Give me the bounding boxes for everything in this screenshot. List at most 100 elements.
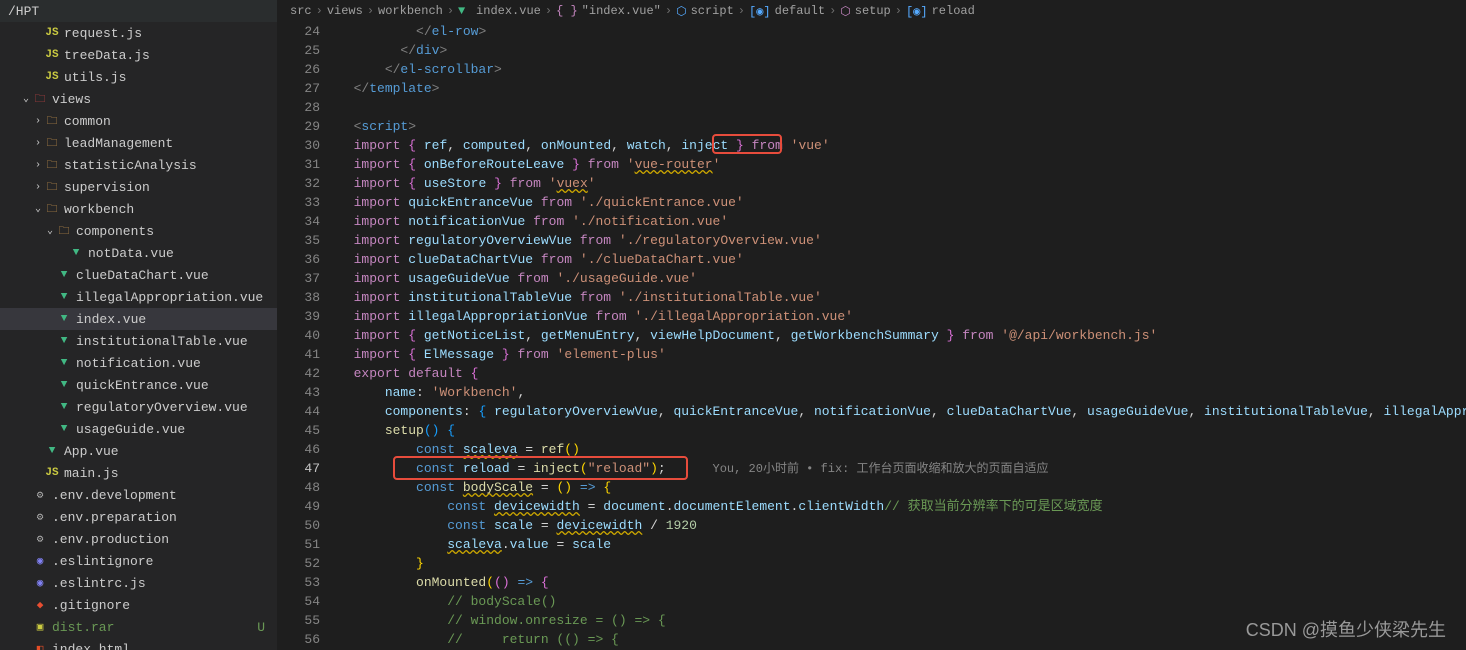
git-status: U [257, 620, 265, 635]
tree-item[interactable]: JS treeData.js [0, 44, 277, 66]
tree-item-label: common [64, 114, 111, 129]
tree-item[interactable]: ▼ quickEntrance.vue [0, 374, 277, 396]
tree-item[interactable]: ▼ clueDataChart.vue [0, 264, 277, 286]
breadcrumb-part[interactable]: views [327, 4, 363, 18]
tree-item[interactable]: ⚙.env.development [0, 484, 277, 506]
chevron-down-icon[interactable]: ⌄ [32, 203, 44, 215]
tree-item-label: .env.preparation [52, 510, 177, 525]
tree-item[interactable]: ⚙.env.production [0, 528, 277, 550]
tree-item[interactable]: ▼ usageGuide.vue [0, 418, 277, 440]
tree-item[interactable]: ▼ institutionalTable.vue [0, 330, 277, 352]
tree-item[interactable]: ◉.eslintrc.js [0, 572, 277, 594]
vue-icon: ▼ [56, 333, 72, 349]
cube-icon: ⬡ [676, 4, 686, 19]
vue-icon: ▼ [56, 399, 72, 415]
cube-icon: ⬡ [840, 4, 850, 19]
project-root-label: /HPT [8, 4, 39, 19]
vue-icon: ▼ [56, 355, 72, 371]
breadcrumb[interactable]: src › views › workbench › ▼ index.vue › … [278, 0, 1466, 22]
breadcrumb-part[interactable]: default [775, 4, 825, 18]
tree-item[interactable]: ›🗀supervision [0, 176, 277, 198]
tree-item-label: leadManagement [64, 136, 173, 151]
env-icon: ⚙ [32, 487, 48, 503]
tree-item-label: index.vue [76, 312, 146, 327]
tree-item[interactable]: ▼notification.vue [0, 352, 277, 374]
chevron-right-icon[interactable]: › [32, 138, 44, 149]
chevron-right-icon[interactable]: › [32, 160, 44, 171]
tree-item-label: treeData.js [64, 48, 150, 63]
tree-item[interactable]: ▼ illegalAppropriation.vue [0, 286, 277, 308]
tree-item[interactable]: JSmain.js [0, 462, 277, 484]
tree-item[interactable]: ›🗀 leadManagement [0, 132, 277, 154]
project-root[interactable]: /HPT [0, 0, 277, 22]
breadcrumb-part[interactable]: reload [932, 4, 975, 18]
tree-item-label: quickEntrance.vue [76, 378, 209, 393]
breadcrumb-part[interactable]: workbench [378, 4, 443, 18]
tree-item[interactable]: ◧index.html [0, 638, 277, 650]
tree-item[interactable]: ⌄🗀 views [0, 88, 277, 110]
breadcrumb-part[interactable]: "index.vue" [582, 4, 661, 18]
eslint-icon: ◉ [32, 553, 48, 569]
chevron-down-icon[interactable]: ⌄ [44, 225, 56, 237]
tree-item[interactable]: ▼ index.vue [0, 308, 277, 330]
editor-area: src › views › workbench › ▼ index.vue › … [278, 0, 1466, 650]
folder-icon: 🗀 [44, 113, 60, 129]
file-explorer[interactable]: /HPT JS request.js JS treeData.js JS utils.js… [0, 0, 278, 650]
tree-item[interactable]: JS request.js [0, 22, 277, 44]
env-icon: ⚙ [32, 509, 48, 525]
breadcrumb-part[interactable]: setup [855, 4, 891, 18]
tree-item[interactable]: ⌄🗀workbench [0, 198, 277, 220]
tree-item-label: dist.rar [52, 620, 114, 635]
tree-item-label: index.html [52, 642, 130, 650]
folder-icon: 🗀 [32, 91, 48, 107]
tree-item-label: clueDataChart.vue [76, 268, 209, 283]
tree-item[interactable]: ▼App.vue [0, 440, 277, 462]
chevron-right-icon[interactable]: › [32, 182, 44, 193]
comment: // return (() => { [447, 632, 619, 647]
chevron-down-icon[interactable]: ⌄ [20, 93, 32, 105]
chevron-right-icon[interactable]: › [32, 116, 44, 127]
tree-item[interactable]: ▣dist.rarU [0, 616, 277, 638]
tree-item[interactable]: ▼regulatoryOverview.vue [0, 396, 277, 418]
tree-item-label: supervision [64, 180, 150, 195]
code-content[interactable]: </el-row> </div> </el-scrollbar> </templ… [338, 22, 1466, 650]
js-icon: JS [44, 69, 60, 85]
tree-item-label: usageGuide.vue [76, 422, 185, 437]
tree-item-label: notData.vue [88, 246, 174, 261]
breadcrumb-part[interactable]: script [691, 4, 734, 18]
vue-icon: ▼ [68, 245, 84, 261]
tree-item[interactable]: ⚙ .env.preparation [0, 506, 277, 528]
vue-icon: ▼ [56, 311, 72, 327]
comment: // bodyScale() [447, 594, 556, 609]
tree-item[interactable]: ▼ notData.vue [0, 242, 277, 264]
code-area[interactable]: 2425262728293031323334353637383940414243… [278, 22, 1466, 650]
vue-icon: ▼ [56, 289, 72, 305]
symbol-icon: [◉] [906, 4, 928, 19]
js-icon: JS [44, 47, 60, 63]
line-gutter: 2425262728293031323334353637383940414243… [278, 22, 338, 650]
breadcrumb-part[interactable]: index.vue [476, 4, 541, 18]
tree-item[interactable]: ›🗀 common [0, 110, 277, 132]
breadcrumb-part[interactable]: src [290, 4, 312, 18]
tree-item[interactable]: ◉ .eslintignore [0, 550, 277, 572]
tree-item-label: utils.js [64, 70, 126, 85]
tree-item-label: .gitignore [52, 598, 130, 613]
tree-item-label: institutionalTable.vue [76, 334, 248, 349]
vue-icon: ▼ [56, 377, 72, 393]
tree-item[interactable]: ⌄🗀components [0, 220, 277, 242]
tree-item-label: illegalAppropriation.vue [76, 290, 263, 305]
tree-item-label: request.js [64, 26, 142, 41]
vue-icon: ▼ [56, 421, 72, 437]
folder-icon: 🗀 [44, 135, 60, 151]
tree-item[interactable]: JS utils.js [0, 66, 277, 88]
tree-item-label: statisticAnalysis [64, 158, 197, 173]
folder-icon: 🗀 [56, 223, 72, 239]
tree-item-label: views [52, 92, 91, 107]
tree-item[interactable]: ›🗀statisticAnalysis [0, 154, 277, 176]
watermark: CSDN @摸鱼少侠梁先生 [1246, 616, 1446, 642]
js-icon: JS [44, 25, 60, 41]
vue-icon: ▼ [56, 267, 72, 283]
tree-item-label: .eslintignore [52, 554, 153, 569]
tree-item[interactable]: ◆.gitignore [0, 594, 277, 616]
tree-item-label: App.vue [64, 444, 119, 459]
